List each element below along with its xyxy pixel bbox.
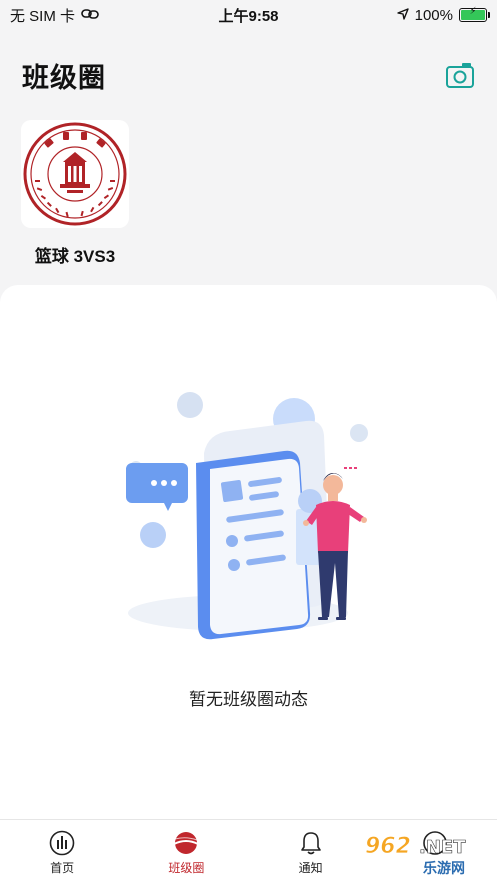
class-name: 篮球 3VS3 [34,247,116,266]
bell-icon [298,830,324,856]
tab-home-label: 首页 [50,861,75,875]
page-title: 班级圈 [22,62,106,93]
tab-class-circle-label: 班级圈 [168,861,205,875]
svg-text:乐游网: 乐游网 [423,860,465,877]
tab-notifications-label: 通知 [298,861,323,875]
empty-state-illustration [118,385,378,645]
feed-panel: 暂无班级圈动态 [0,285,497,825]
svg-text:.NET: .NET [419,837,466,858]
battery-percent: 100% [414,6,453,24]
sichuan-university-seal [23,122,127,226]
tab-notifications[interactable]: 通知 [266,830,356,876]
empty-state-message: 暂无班级圈动态 [189,690,308,709]
camera-icon [446,63,474,88]
camera-button[interactable] [445,60,475,90]
location-arrow-icon [396,7,409,24]
class-logo [21,120,129,228]
carrier-text: 无 SIM 卡 [10,7,76,25]
status-bar: 无 SIM 卡 上午9:58 100% ⚡ [0,0,497,30]
header: 班级圈 [22,52,475,98]
class-card[interactable]: 篮球 3VS3 [21,120,129,267]
site-watermark: 962 .NET 乐游网 [361,829,491,877]
svg-text:962: 962 [365,834,411,859]
link-icon [81,7,99,24]
tab-class-circle[interactable]: 班级圈 [141,830,231,876]
class-circle-icon [173,830,199,856]
tab-home[interactable]: 首页 [17,830,107,876]
home-icon [49,830,75,856]
battery-charging-icon: ⚡ [459,6,490,22]
